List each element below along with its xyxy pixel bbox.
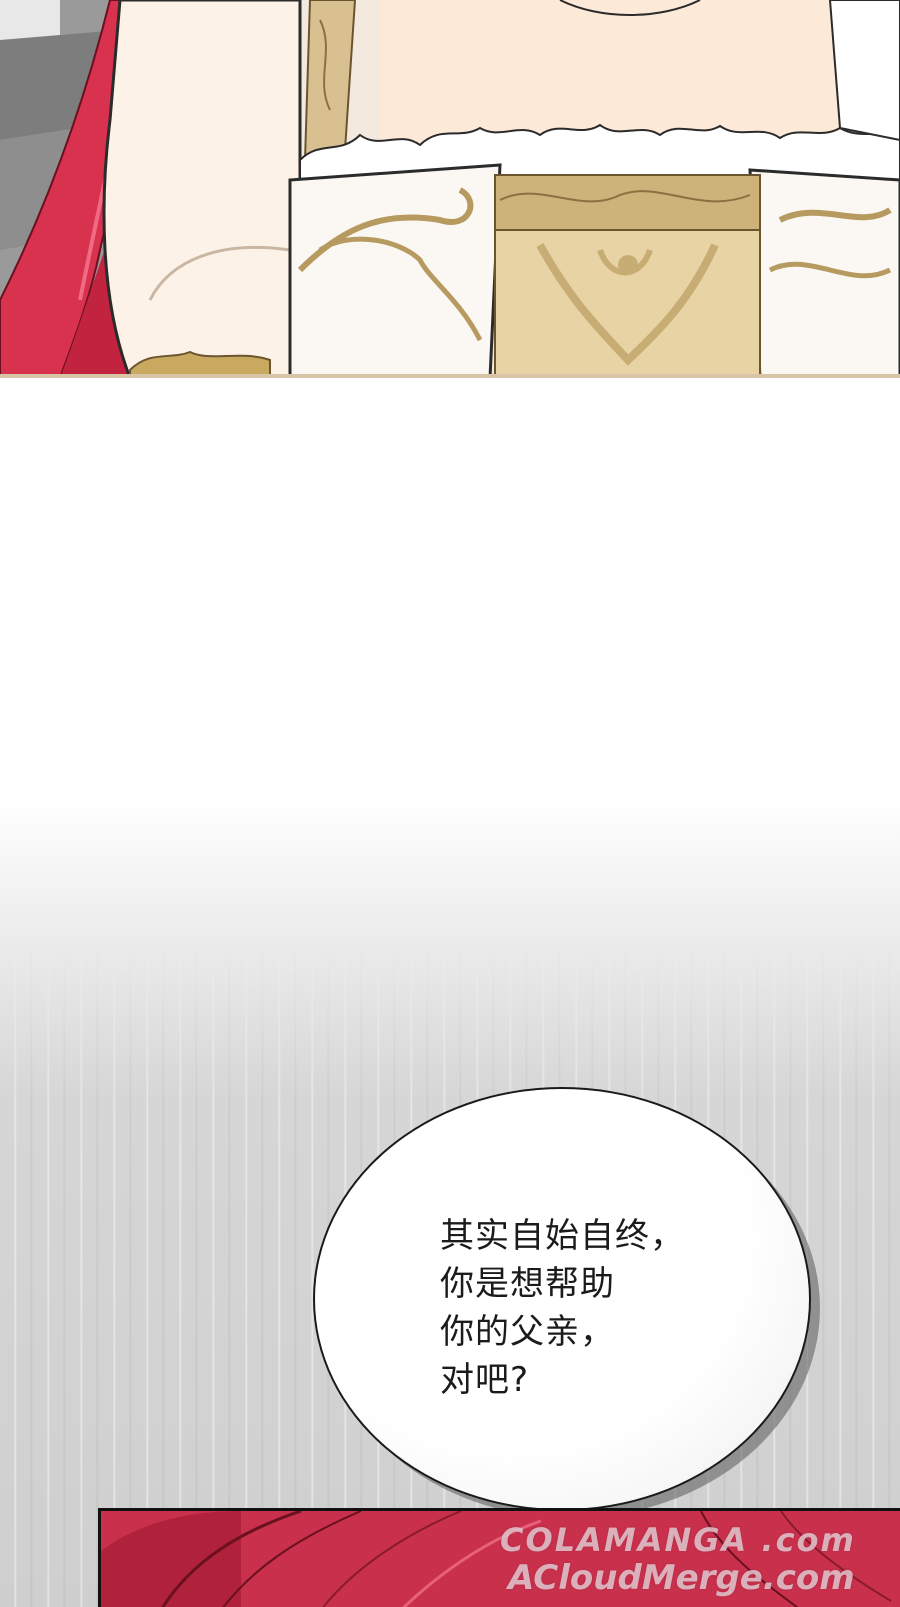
watermark-line-2: ACloudMerge.com bbox=[508, 1558, 855, 1598]
speech-line-2: 你是想帮助 bbox=[440, 1264, 615, 1304]
watermark-line-1: COLAMANGA .com bbox=[500, 1521, 856, 1559]
watermark: COLAMANGA .com ACloudMerge.com bbox=[500, 1522, 900, 1598]
character-dress-illustration bbox=[0, 0, 900, 378]
speech-text: 其实自始自终， 你是想帮助 你的父亲， 对吧? bbox=[440, 1212, 740, 1404]
speech-line-3: 你的父亲， bbox=[440, 1312, 615, 1352]
top-panel-illustration bbox=[0, 0, 900, 378]
speech-line-1: 其实自始自终， bbox=[440, 1216, 685, 1256]
speech-line-4: 对吧? bbox=[440, 1360, 530, 1400]
